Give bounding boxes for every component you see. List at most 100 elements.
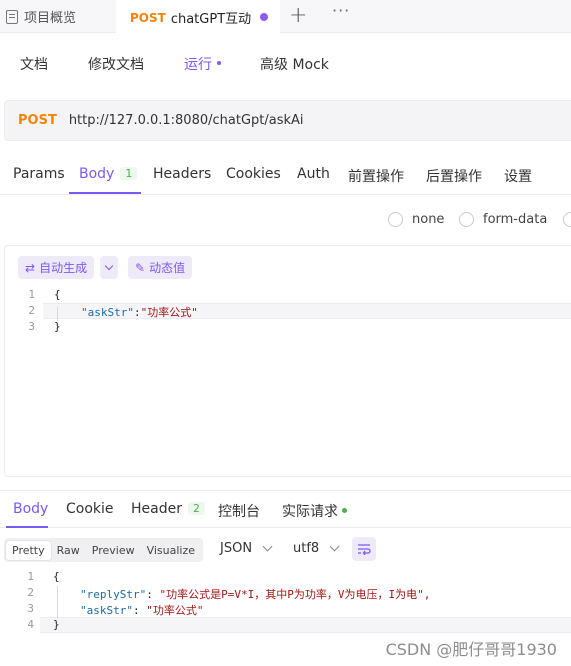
radio-circle[interactable] xyxy=(388,212,403,227)
json-sep: : xyxy=(132,604,147,617)
auto-generate-dropdown[interactable] xyxy=(100,256,118,279)
tab-pre-actions[interactable]: 前置操作 xyxy=(348,166,404,186)
encoding-select-value: utf8 xyxy=(293,541,320,556)
active-tab-underline xyxy=(69,192,141,194)
resp-tab-actual-label: 实际请求 xyxy=(282,504,338,520)
radio-form-data[interactable]: form-data xyxy=(459,212,547,227)
tab-auth[interactable]: Auth xyxy=(297,166,330,182)
sub-nav: 文档 修改文档 运行 高级 Mock xyxy=(0,34,571,90)
code-line: 3 } xyxy=(5,320,565,336)
dynamic-value-button[interactable]: ✎ 动态值 xyxy=(128,256,193,279)
subnav-doc[interactable]: 文档 xyxy=(20,54,48,74)
json-value: "功率公式是P=V*I，其中P为功率，V为电压，I为电", xyxy=(159,588,431,601)
encoding-select[interactable]: utf8 xyxy=(293,541,340,556)
tab-bar: 项目概览 POST chatGPT互动 + ··· xyxy=(0,0,571,33)
line-number: 2 xyxy=(27,586,34,599)
header-count-badge: 2 xyxy=(187,502,205,515)
http-method[interactable]: POST xyxy=(18,113,57,128)
tab-post-actions[interactable]: 后置操作 xyxy=(426,166,482,186)
json-sep: : xyxy=(133,306,141,319)
radio-none-label: none xyxy=(412,212,445,227)
line-number: 1 xyxy=(27,570,34,583)
code-text: } xyxy=(53,618,60,631)
tab-project-overview-label: 项目概览 xyxy=(24,11,77,26)
code-text: } xyxy=(54,320,61,333)
radio-circle[interactable] xyxy=(459,212,474,227)
chevron-down-icon xyxy=(104,261,114,271)
auto-generate-button[interactable]: ⇄ 自动生成 xyxy=(18,256,95,279)
unsaved-dot-icon xyxy=(260,13,268,21)
dynamic-value-label: 动态值 xyxy=(149,261,186,275)
format-pretty[interactable]: Pretty xyxy=(6,540,51,560)
json-sep: : xyxy=(146,588,160,601)
status-dot-icon xyxy=(342,507,347,513)
watermark: CSDN @肥仔哥哥1930 xyxy=(385,640,557,659)
code-line: 3 "askStr": "功率公式" xyxy=(4,602,564,618)
chevron-down-icon xyxy=(262,541,273,552)
language-select[interactable]: JSON xyxy=(220,541,273,556)
tab-params[interactable]: Params xyxy=(13,166,65,182)
code-line: 2 "askStr":"功率公式" xyxy=(5,304,565,320)
radio-form-data-label: form-data xyxy=(483,212,548,227)
request-tabs: Params Body 1 Headers Cookies Auth 前置操作 后… xyxy=(0,155,571,195)
url-input[interactable]: http://127.0.0.1:8080/chatGpt/askAi xyxy=(69,113,304,128)
resp-tab-console[interactable]: 控制台 xyxy=(218,501,260,521)
radio-circle[interactable] xyxy=(563,212,571,227)
json-value: "功率公式" xyxy=(140,306,198,319)
code-line-content: "askStr":"功率公式" xyxy=(81,304,198,320)
resp-tab-actual-request[interactable]: 实际请求 xyxy=(282,501,347,521)
json-key: "askStr" xyxy=(81,306,134,319)
code-line: 2 "replyStr": "功率公式是P=V*I，其中P为功率，V为电压，I为… xyxy=(4,586,564,602)
code-line-content: "replyStr": "功率公式是P=V*I，其中P为功率，V为电压，I为电"… xyxy=(80,586,430,602)
response-tabs: Body Cookie Header 2 控制台 实际请求 xyxy=(0,490,571,528)
line-number: 3 xyxy=(27,602,34,615)
tab-headers[interactable]: Headers xyxy=(153,166,211,182)
resp-tab-cookie[interactable]: Cookie xyxy=(66,501,114,517)
tab-project-overview[interactable]: 项目概览 xyxy=(6,0,76,33)
more-icon[interactable]: ··· xyxy=(332,1,350,20)
active-tab-underline xyxy=(6,526,48,528)
magic-wand-icon: ✎ xyxy=(135,260,146,275)
tab-chatgpt-request[interactable]: POST chatGPT互动 xyxy=(116,0,280,33)
tab-body-label: Body xyxy=(79,166,115,182)
subnav-run-label: 运行 xyxy=(184,57,212,73)
format-visualize[interactable]: Visualize xyxy=(141,541,201,560)
line-number: 4 xyxy=(27,618,34,631)
sync-icon: ⇄ xyxy=(25,260,36,275)
code-line-content: "askStr": "功率公式" xyxy=(80,602,203,618)
tab-settings[interactable]: 设置 xyxy=(504,166,532,186)
wrap-lines-button[interactable] xyxy=(352,537,376,561)
wrap-icon xyxy=(358,544,371,555)
document-icon xyxy=(6,9,18,24)
radio-none[interactable]: none xyxy=(388,212,444,227)
resp-tab-header-label: Header xyxy=(131,501,182,517)
json-key: "askStr" xyxy=(80,604,133,617)
resp-tab-header[interactable]: Header 2 xyxy=(131,501,205,517)
subnav-edit-doc[interactable]: 修改文档 xyxy=(88,54,144,74)
tab-cookies[interactable]: Cookies xyxy=(226,166,281,182)
body-count-badge: 1 xyxy=(120,167,138,180)
url-bar[interactable]: POST http://127.0.0.1:8080/chatGpt/askAi xyxy=(4,100,571,141)
language-select-value: JSON xyxy=(220,541,253,556)
line-number: 2 xyxy=(28,304,35,317)
line-number: 1 xyxy=(28,288,35,301)
code-text: { xyxy=(53,570,60,583)
chevron-down-icon xyxy=(329,541,340,552)
json-key: "replyStr" xyxy=(80,588,147,601)
format-segmented-control: Pretty Raw Preview Visualize xyxy=(4,538,204,562)
code-line: 1 { xyxy=(5,288,565,304)
add-tab-icon[interactable]: + xyxy=(289,3,307,28)
active-dot-icon xyxy=(217,61,221,65)
code-line: 4 } xyxy=(4,618,564,634)
format-preview[interactable]: Preview xyxy=(86,541,141,560)
resp-tab-body[interactable]: Body xyxy=(13,501,48,517)
tab-body[interactable]: Body 1 xyxy=(79,166,138,182)
tab-method-badge: POST xyxy=(130,10,166,25)
request-body-editor[interactable]: ⇄ 自动生成 ✎ 动态值 1 { 2 "askStr":"功率公式" 3 } xyxy=(4,245,571,477)
subnav-mock[interactable]: 高级 Mock xyxy=(260,54,329,74)
line-number: 3 xyxy=(28,320,35,333)
code-line: 1 { xyxy=(4,570,564,586)
format-raw[interactable]: Raw xyxy=(51,541,86,560)
subnav-run[interactable]: 运行 xyxy=(184,54,221,74)
radio-next[interactable] xyxy=(563,212,571,227)
